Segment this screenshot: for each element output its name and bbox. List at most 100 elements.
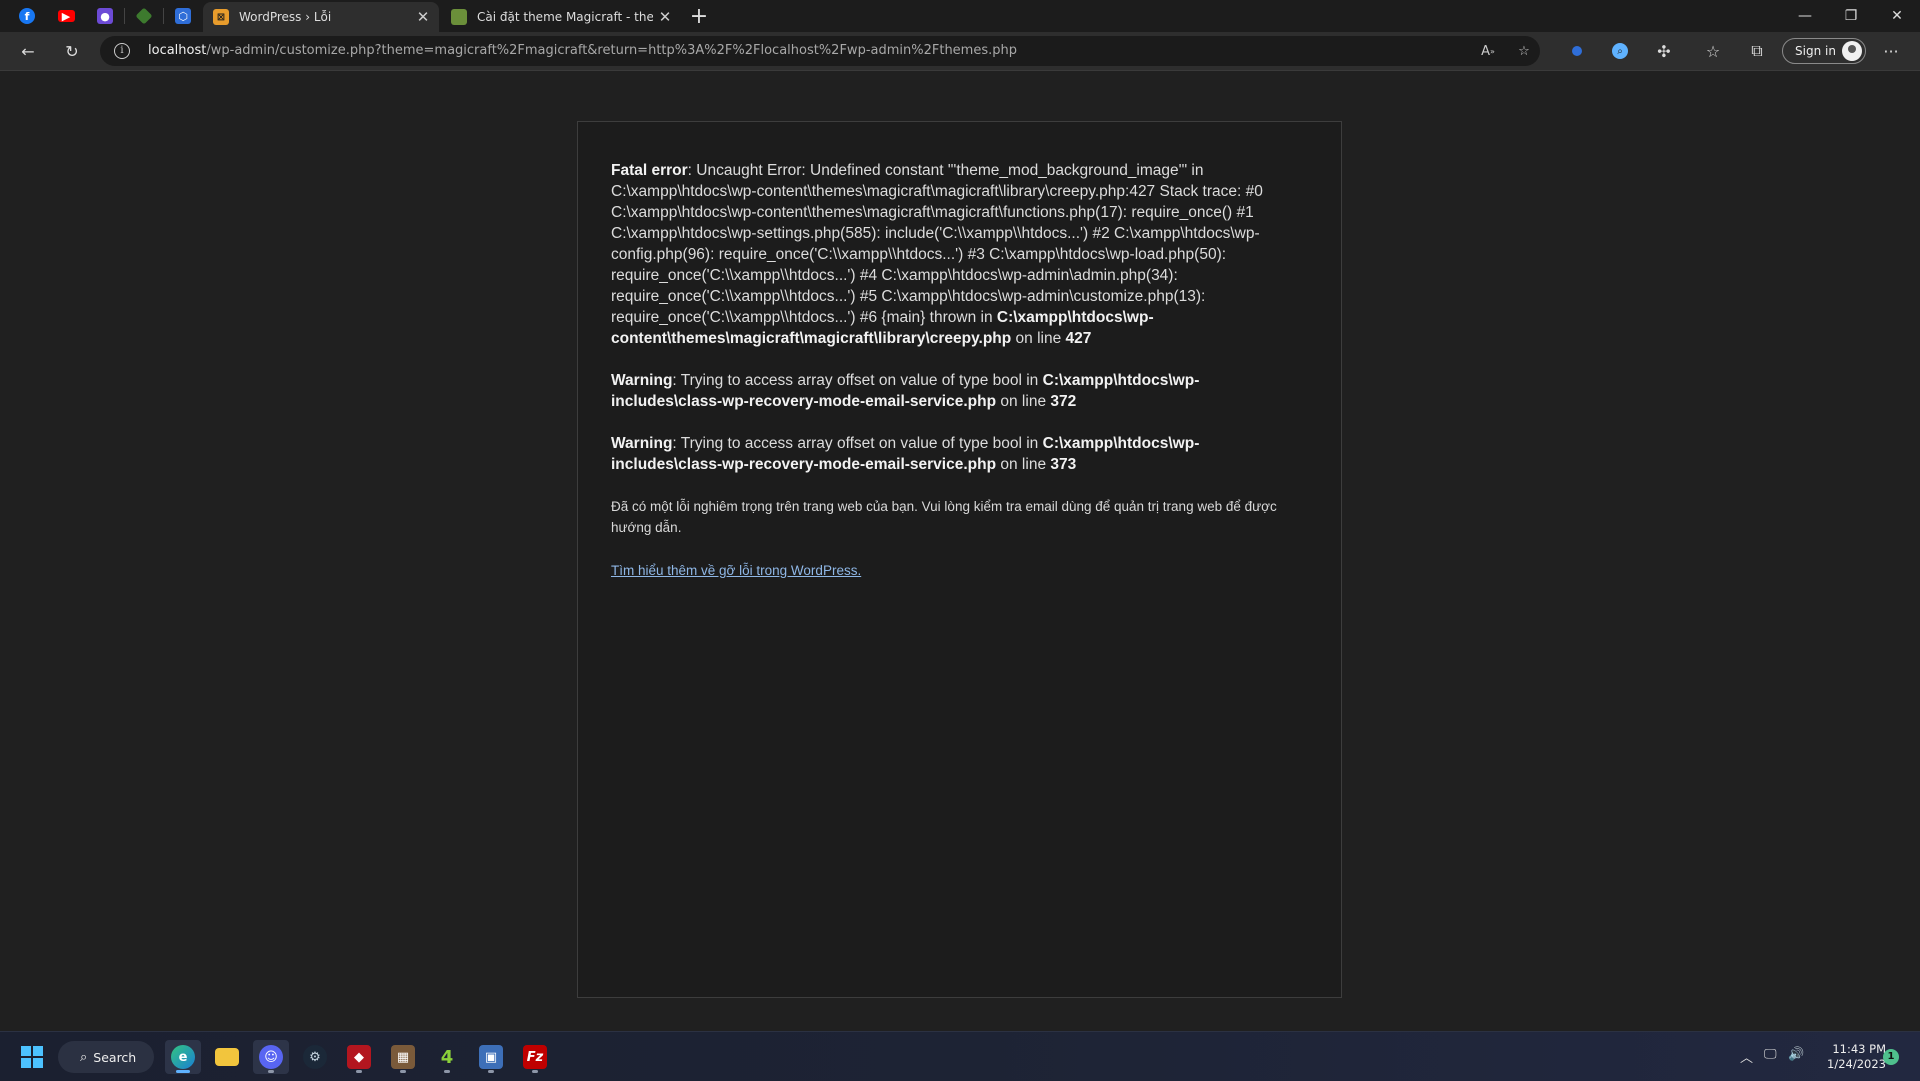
tab-magicraft[interactable]: Cài đặt theme Magicraft - theme ✕	[441, 2, 681, 32]
taskbar-game-app[interactable]: ◆	[341, 1040, 377, 1074]
arrow-left-icon: ←	[21, 41, 35, 61]
facebook-icon: f	[19, 8, 35, 24]
more-menu-button[interactable]: ···	[1877, 37, 1905, 65]
search-extension-icon: ⌕	[1612, 43, 1628, 59]
minimize-button[interactable]: —	[1782, 0, 1828, 32]
file-explorer-icon	[215, 1048, 239, 1066]
new-tab-button[interactable]: +	[686, 4, 712, 29]
tab-separator	[124, 8, 125, 24]
left4dead-icon: 4	[440, 1046, 454, 1068]
close-tab-icon[interactable]: ✕	[653, 5, 677, 29]
taskbar-left4dead[interactable]: 4	[429, 1040, 465, 1074]
game-app-icon: ◆	[347, 1045, 371, 1069]
network-app-icon: ▣	[479, 1045, 503, 1069]
extension-dot-icon	[1572, 46, 1582, 56]
pinned-tab-minecraft[interactable]	[134, 6, 154, 26]
edge-icon: e	[171, 1045, 195, 1069]
close-window-button[interactable]: ✕	[1874, 0, 1920, 32]
running-indicator	[488, 1070, 494, 1073]
fatal-error-line: 427	[1065, 330, 1092, 347]
collections-button[interactable]: ⧉	[1743, 37, 1771, 65]
warning-message: Warning: Trying to access array offset o…	[611, 433, 1308, 475]
tab-wordpress-error[interactable]: ⊠ WordPress › Lỗi ✕	[203, 2, 439, 32]
wordpress-error-icon: ⊠	[213, 9, 229, 25]
taskbar-minecraft[interactable]: ▦	[385, 1040, 421, 1074]
running-indicator	[532, 1070, 538, 1073]
taskbar-steam[interactable]: ⚙	[297, 1040, 333, 1074]
warning-text: : Trying to access array offset on value…	[672, 372, 1043, 389]
refresh-icon: ↻	[65, 41, 79, 61]
start-button[interactable]	[14, 1040, 50, 1074]
running-indicator	[444, 1070, 450, 1073]
favorites-icon: ☆	[1705, 41, 1721, 61]
close-tab-icon[interactable]: ✕	[411, 5, 435, 29]
tab-separator	[163, 8, 164, 24]
more-icon: ···	[1883, 41, 1899, 61]
search-extension-button[interactable]: ⌕	[1606, 37, 1634, 65]
taskbar-file-explorer[interactable]	[209, 1040, 245, 1074]
tab-title: Cài đặt theme Magicraft - theme	[477, 10, 653, 24]
search-label: Search	[93, 1049, 137, 1065]
taskbar-search[interactable]: ⌕ Search	[58, 1041, 154, 1073]
refresh-button[interactable]: ↻	[58, 37, 86, 65]
youtube-icon: ▶	[57, 10, 75, 23]
taskbar-discord[interactable]: ☺	[253, 1040, 289, 1074]
favorites-button[interactable]: ☆	[1699, 37, 1727, 65]
network-icon[interactable]: 🖵	[1764, 1047, 1777, 1062]
show-hidden-icons-button[interactable]: ︿	[1740, 1047, 1753, 1066]
twitch-icon: ●	[97, 8, 113, 24]
discord-icon: ☺	[259, 1045, 283, 1069]
minecraft-icon	[135, 7, 153, 25]
pinned-tab-twitch[interactable]: ●	[95, 6, 115, 26]
volume-icon[interactable]: 🔊	[1788, 1047, 1804, 1062]
url-path: /wp-admin/customize.php?theme=magicraft%…	[206, 43, 1017, 58]
running-indicator	[268, 1070, 274, 1073]
collections-icon: ⧉	[1751, 41, 1763, 60]
warning-label: Warning	[611, 435, 673, 452]
extension-button[interactable]	[1563, 37, 1591, 65]
browser-toolbar: ← ↻ i localhost/wp-admin/customize.php?t…	[0, 32, 1920, 71]
windows-logo-icon	[21, 1046, 43, 1068]
filezilla-icon: Fz	[523, 1045, 547, 1069]
restore-button[interactable]: ❐	[1828, 0, 1874, 32]
steam-icon: ⚙	[303, 1045, 327, 1069]
app-hex-icon: ⬡	[175, 8, 191, 24]
minecraft-block-icon	[451, 9, 467, 25]
notification-badge[interactable]: 1	[1883, 1049, 1899, 1065]
clock-time: 11:43 PM	[1832, 1042, 1886, 1056]
sign-in-button[interactable]: Sign in	[1782, 38, 1866, 64]
pinned-tab-app[interactable]: ⬡	[173, 6, 193, 26]
taskbar-filezilla[interactable]: Fz	[517, 1040, 553, 1074]
on-line-text: on line	[1011, 330, 1066, 347]
url-text[interactable]: localhost/wp-admin/customize.php?theme=m…	[148, 43, 1017, 58]
tab-strip: f ▶ ● ⬡ ⊠ WordPress › Lỗi ✕ Cài đặt them…	[0, 0, 1920, 32]
address-bar[interactable]: i localhost/wp-admin/customize.php?theme…	[100, 36, 1540, 66]
running-indicator	[356, 1070, 362, 1073]
add-favorite-icon[interactable]: ☆	[1513, 40, 1535, 62]
taskbar-network-app[interactable]: ▣	[473, 1040, 509, 1074]
info-icon[interactable]: i	[114, 43, 130, 59]
puzzle-icon: ✣	[1657, 41, 1671, 61]
fatal-error-message: Fatal error: Uncaught Error: Undefined c…	[611, 160, 1308, 349]
wp-error-box: Fatal error: Uncaught Error: Undefined c…	[577, 121, 1342, 998]
extensions-button[interactable]: ✣	[1650, 37, 1678, 65]
on-line-text: on line	[996, 393, 1051, 410]
minecraft-icon: ▦	[391, 1045, 415, 1069]
warning-text: : Trying to access array offset on value…	[672, 435, 1043, 452]
fatal-error-label: Fatal error	[611, 162, 688, 179]
pinned-tab-facebook[interactable]: f	[17, 6, 37, 26]
search-icon: ⌕	[80, 1049, 88, 1065]
pinned-tab-youtube[interactable]: ▶	[56, 6, 76, 26]
sign-in-label: Sign in	[1795, 44, 1836, 58]
warning-line: 373	[1050, 456, 1077, 473]
read-aloud-icon[interactable]: A»	[1477, 40, 1499, 62]
page-viewport: Fatal error: Uncaught Error: Undefined c…	[0, 71, 1920, 1031]
taskbar-clock[interactable]: 11:43 PM 1/24/2023	[1810, 1042, 1886, 1072]
taskbar-edge[interactable]: e	[165, 1040, 201, 1074]
running-indicator	[176, 1070, 190, 1073]
avatar-icon	[1842, 41, 1862, 61]
debugging-docs-link[interactable]: Tìm hiểu thêm về gỡ lỗi trong WordPress.	[611, 563, 861, 578]
clock-date: 1/24/2023	[1827, 1057, 1886, 1071]
back-button[interactable]: ←	[14, 37, 42, 65]
critical-error-notice: Đã có một lỗi nghiêm trọng trên trang we…	[611, 499, 1277, 535]
